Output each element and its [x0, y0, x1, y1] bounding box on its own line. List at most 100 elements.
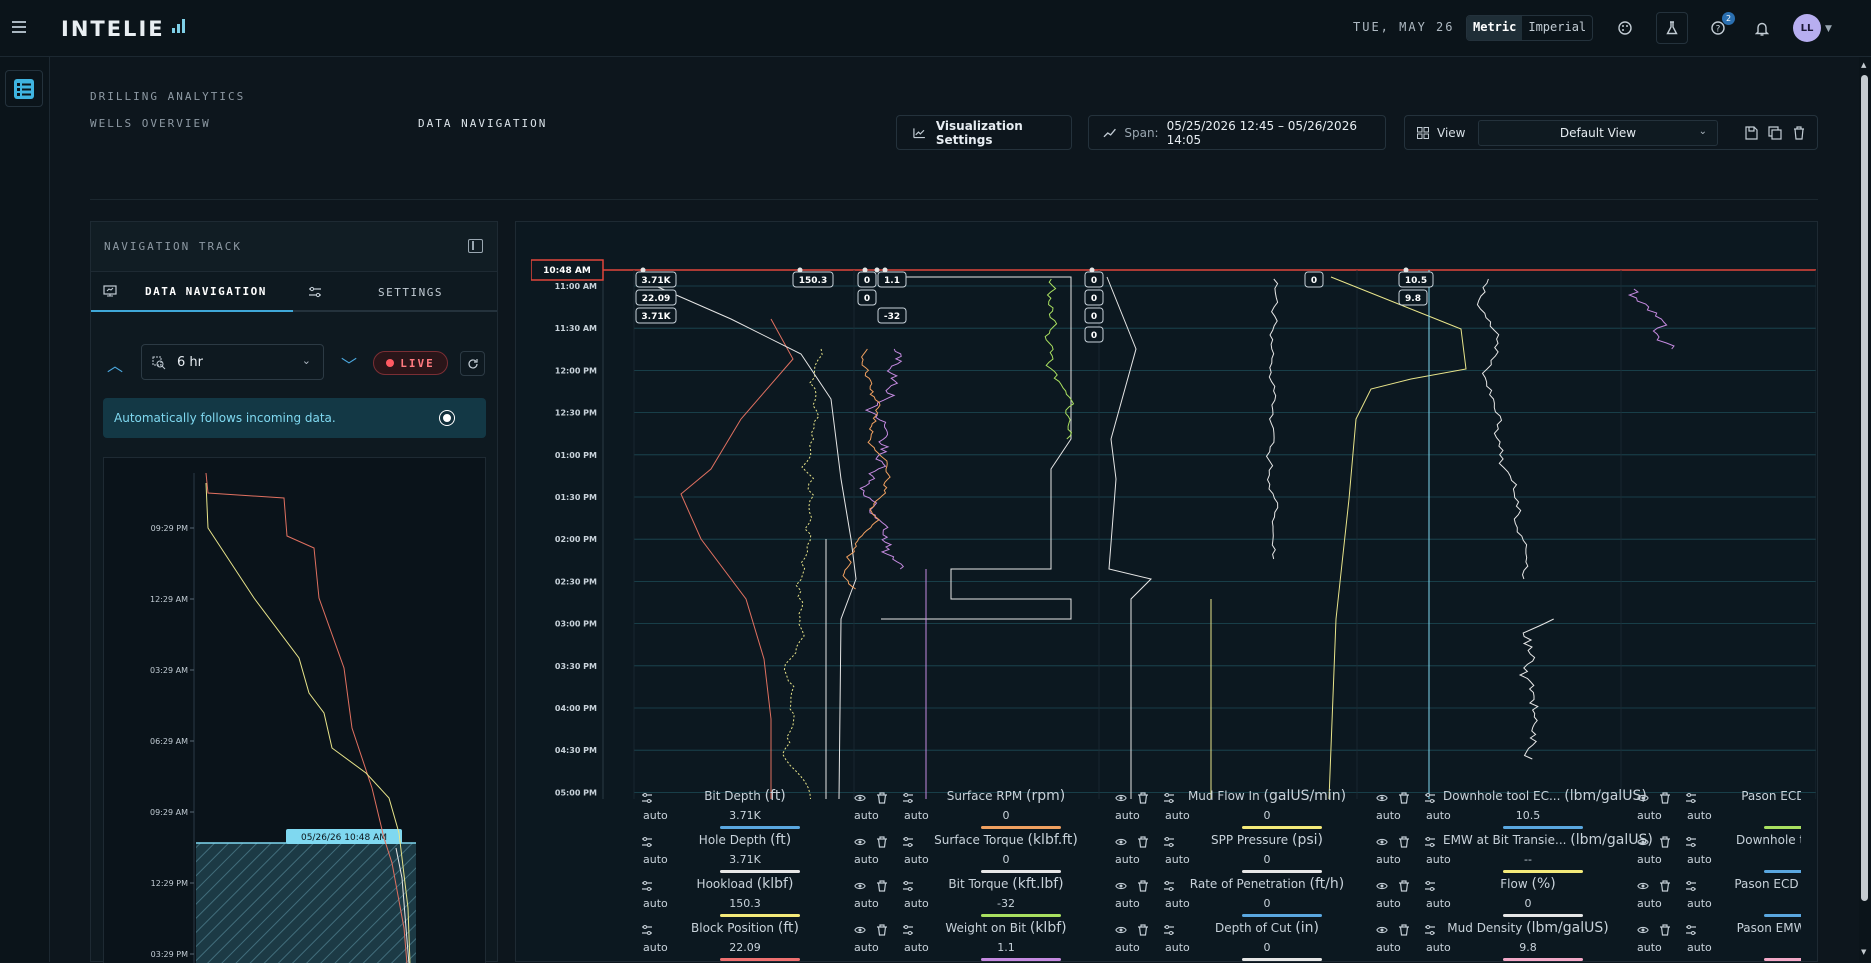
sliders-icon[interactable]: [1163, 880, 1175, 892]
live-button[interactable]: LIVE: [373, 351, 448, 375]
sliders-icon[interactable]: [641, 880, 653, 892]
copy-view-icon[interactable]: [1768, 126, 1782, 140]
collapse-panel-icon[interactable]: [468, 239, 483, 253]
legend-scale-auto[interactable]: auto: [1115, 941, 1140, 954]
trash-icon[interactable]: [1137, 792, 1149, 804]
bell-icon[interactable]: [1751, 17, 1773, 39]
legend-scale-auto[interactable]: auto: [1687, 941, 1712, 954]
legend-scale-auto[interactable]: auto: [1637, 809, 1662, 822]
trash-icon[interactable]: [1137, 924, 1149, 936]
sliders-icon[interactable]: [1685, 924, 1697, 936]
hamburger-menu-icon[interactable]: [12, 18, 32, 38]
trash-icon[interactable]: [876, 792, 888, 804]
sliders-icon[interactable]: [641, 924, 653, 936]
legend-scale-auto[interactable]: auto: [1115, 853, 1140, 866]
trash-icon[interactable]: [1137, 880, 1149, 892]
trash-icon[interactable]: [1659, 880, 1671, 892]
sliders-icon[interactable]: [902, 836, 914, 848]
tab-settings[interactable]: SETTINGS: [293, 272, 497, 312]
eye-icon[interactable]: [854, 924, 866, 936]
palette-icon[interactable]: [1614, 17, 1636, 39]
eye-icon[interactable]: [1115, 880, 1127, 892]
sliders-icon[interactable]: [641, 792, 653, 804]
eye-icon[interactable]: [1637, 792, 1649, 804]
view-select[interactable]: Default View ⌄: [1478, 120, 1718, 146]
sliders-icon[interactable]: [1163, 792, 1175, 804]
range-select[interactable]: 6 hr ⌄: [141, 344, 324, 380]
legend-scale-auto[interactable]: auto: [854, 809, 879, 822]
trash-icon[interactable]: [1398, 924, 1410, 936]
data-navigation-rail-button[interactable]: [5, 70, 43, 107]
app-logo[interactable]: INTELIE: [61, 17, 165, 41]
eye-icon[interactable]: [854, 880, 866, 892]
page-scrollbar[interactable]: ▲ ▼: [1859, 57, 1871, 962]
trash-icon[interactable]: [1137, 836, 1149, 848]
legend-scale-auto[interactable]: auto: [1637, 941, 1662, 954]
eye-icon[interactable]: [1376, 792, 1388, 804]
save-view-icon[interactable]: [1744, 126, 1758, 140]
drilling-tracks-chart[interactable]: 11:00 AM 11:30 AM 12:00 PM 12:30 PM 01:00 PM…: [531, 239, 1816, 799]
user-avatar[interactable]: LL: [1793, 14, 1821, 42]
sliders-icon[interactable]: [1685, 836, 1697, 848]
flask-icon[interactable]: [1661, 17, 1683, 39]
tab-data-navigation[interactable]: DATA NAVIGATION: [91, 272, 293, 312]
legend-scale-auto[interactable]: auto: [1687, 897, 1712, 910]
legend-scale-auto[interactable]: auto: [1376, 853, 1401, 866]
trash-icon[interactable]: [1659, 924, 1671, 936]
legend-scale-auto[interactable]: auto: [854, 853, 879, 866]
scrollbar-thumb[interactable]: [1861, 75, 1868, 901]
trash-icon[interactable]: [876, 880, 888, 892]
sliders-icon[interactable]: [1424, 924, 1436, 936]
trash-icon[interactable]: [1659, 836, 1671, 848]
sliders-icon[interactable]: [1685, 880, 1697, 892]
unit-toggle[interactable]: Metric Imperial: [1466, 15, 1594, 41]
chevron-down-icon[interactable]: ▼: [1825, 24, 1832, 34]
unit-metric[interactable]: Metric: [1467, 16, 1523, 40]
sliders-icon[interactable]: [1685, 792, 1697, 804]
legend-scale-auto[interactable]: auto: [1637, 897, 1662, 910]
mini-overview-chart[interactable]: 09:29 PM 12:29 AM 03:29 AM 06:29 AM 09:29 AM…: [103, 457, 486, 963]
eye-icon[interactable]: [854, 792, 866, 804]
legend-scale-auto[interactable]: auto: [1687, 809, 1712, 822]
eye-icon[interactable]: [1637, 836, 1649, 848]
legend-scale-auto[interactable]: auto: [1637, 853, 1662, 866]
auto-follow-toggle[interactable]: [440, 411, 454, 425]
eye-icon[interactable]: [1376, 924, 1388, 936]
sliders-icon[interactable]: [1163, 924, 1175, 936]
sliders-icon[interactable]: [902, 924, 914, 936]
breadcrumb-wells-overview[interactable]: WELLS OVERVIEW: [90, 117, 211, 130]
trash-icon[interactable]: [876, 924, 888, 936]
legend-scale-auto[interactable]: auto: [1115, 809, 1140, 822]
unit-imperial[interactable]: Imperial: [1522, 16, 1592, 40]
sliders-icon[interactable]: [902, 880, 914, 892]
scroll-down-arrow-icon[interactable]: ▼: [1861, 948, 1866, 956]
chevron-down-icon[interactable]: ﹀: [339, 352, 359, 375]
chevron-up-icon[interactable]: ︿: [105, 352, 125, 375]
sliders-icon[interactable]: [1163, 836, 1175, 848]
span-selector[interactable]: Span: 05/25/2026 12:45 – 05/26/2026 14:0…: [1088, 115, 1386, 150]
sliders-icon[interactable]: [1424, 836, 1436, 848]
legend-scale-auto[interactable]: auto: [1687, 853, 1712, 866]
legend-scale-auto[interactable]: auto: [854, 941, 879, 954]
legend-scale-auto[interactable]: auto: [854, 897, 879, 910]
legend-scale-auto[interactable]: auto: [1115, 897, 1140, 910]
sliders-icon[interactable]: [902, 792, 914, 804]
legend-scale-auto[interactable]: auto: [1376, 809, 1401, 822]
eye-icon[interactable]: [1637, 924, 1649, 936]
trash-icon[interactable]: [1398, 836, 1410, 848]
eye-icon[interactable]: [1115, 836, 1127, 848]
visualization-settings-button[interactable]: Visualization Settings: [896, 115, 1072, 150]
eye-icon[interactable]: [854, 836, 866, 848]
legend-scale-auto[interactable]: auto: [1376, 941, 1401, 954]
trash-icon[interactable]: [1398, 880, 1410, 892]
eye-icon[interactable]: [1115, 792, 1127, 804]
trash-icon[interactable]: [876, 836, 888, 848]
sliders-icon[interactable]: [641, 836, 653, 848]
eye-icon[interactable]: [1115, 924, 1127, 936]
trash-icon[interactable]: [1659, 792, 1671, 804]
trash-icon[interactable]: [1398, 792, 1410, 804]
scroll-up-arrow-icon[interactable]: ▲: [1861, 61, 1866, 69]
eye-icon[interactable]: [1376, 880, 1388, 892]
eye-icon[interactable]: [1637, 880, 1649, 892]
legend-scale-auto[interactable]: auto: [1376, 897, 1401, 910]
